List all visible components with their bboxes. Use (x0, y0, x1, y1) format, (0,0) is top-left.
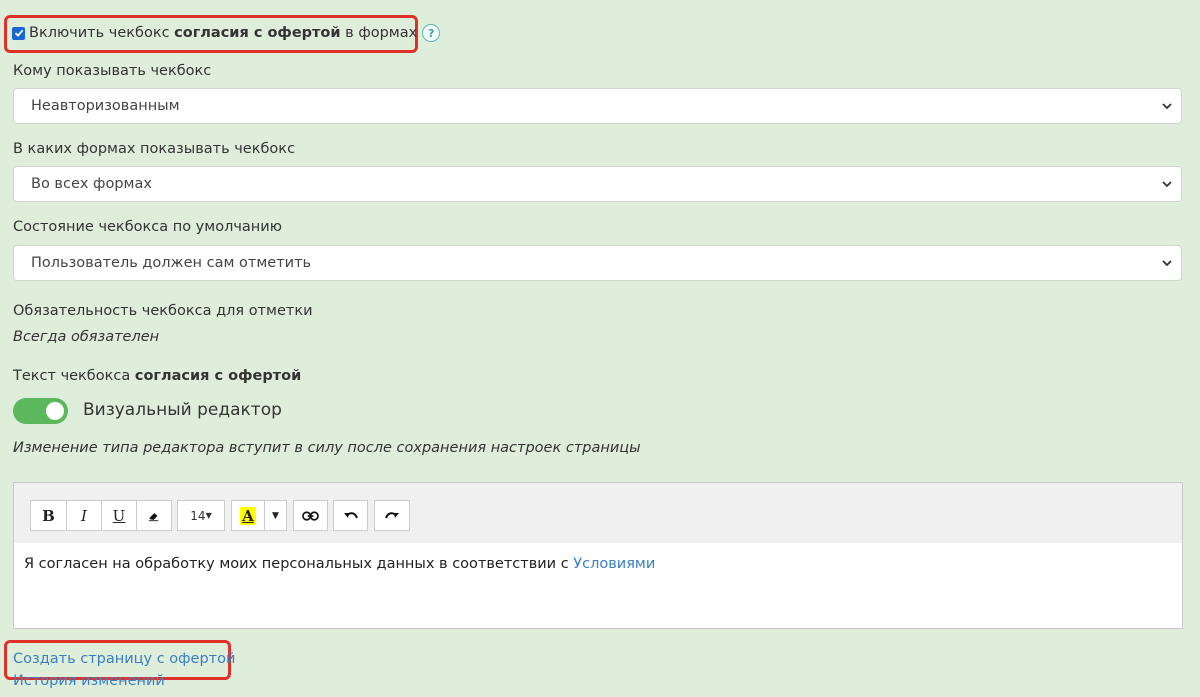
checkbox-text-label: Текст чекбокса согласия с офертой (13, 368, 302, 384)
caret-down-icon: ▼ (205, 511, 212, 520)
who-select[interactable]: Неавторизованным (13, 88, 1182, 124)
enable-checkbox-label[interactable]: Включить чекбокс согласия с офертой в фо… (29, 25, 417, 41)
editor-content[interactable]: Я согласен на обработку моих персональны… (24, 556, 655, 572)
state-select-value: Пользователь должен сам отметить (31, 255, 312, 271)
visual-editor-toggle[interactable] (13, 398, 68, 424)
italic-button[interactable]: I (66, 500, 102, 531)
forms-select[interactable]: Во всех формах (13, 166, 1182, 202)
terms-link[interactable]: Условиями (573, 556, 655, 572)
caret-down-icon: ▼ (272, 510, 279, 521)
link-button[interactable] (293, 500, 328, 531)
rich-text-editor[interactable]: B I U 14 ▼ A ▼ Я согласен на обработку мо… (13, 482, 1183, 629)
eraser-icon (148, 512, 159, 521)
checkmark-icon (14, 29, 23, 37)
toggle-knob (46, 402, 64, 420)
state-select[interactable]: Пользователь должен сам отметить (13, 245, 1182, 281)
eraser-button[interactable] (136, 500, 172, 531)
history-link[interactable]: История изменений (13, 673, 165, 689)
who-select-value: Неавторизованным (31, 98, 180, 114)
text-color-dropdown[interactable]: ▼ (264, 500, 287, 531)
forms-select-value: Во всех формах (31, 176, 152, 192)
editor-note: Изменение типа редактора вступит в силу … (13, 440, 641, 456)
font-size-dropdown[interactable]: 14 ▼ (177, 500, 225, 531)
enable-offer-checkbox-row[interactable]: Включить чекбокс согласия с офертой в фо… (12, 22, 441, 44)
bold-button[interactable]: B (30, 500, 67, 531)
editor-toolbar: B I U 14 ▼ A ▼ (14, 483, 1182, 543)
chevron-down-icon (1162, 260, 1172, 267)
who-label: Кому показывать чекбокс (13, 63, 212, 79)
chevron-down-icon (1162, 103, 1172, 110)
visual-editor-label: Визуальный редактор (83, 400, 282, 420)
state-label: Состояние чекбокса по умолчанию (13, 219, 282, 235)
create-offer-page-link[interactable]: Создать страницу с офертой (13, 651, 235, 667)
underline-button[interactable]: U (101, 500, 137, 531)
enable-offer-checkbox[interactable] (12, 26, 25, 40)
text-color-button[interactable]: A (231, 500, 265, 531)
link-icon (302, 510, 319, 521)
required-label: Обязательность чекбокса для отметки (13, 303, 313, 319)
chevron-down-icon (1162, 181, 1172, 188)
text-color-icon: A (240, 506, 256, 525)
redo-button[interactable] (374, 500, 410, 531)
undo-button[interactable] (333, 500, 368, 531)
required-value: Всегда обязателен (13, 329, 160, 345)
help-icon[interactable]: ? (422, 24, 441, 42)
redo-icon (385, 511, 399, 518)
undo-icon (343, 511, 358, 518)
forms-label: В каких формах показывать чекбокс (13, 141, 296, 157)
